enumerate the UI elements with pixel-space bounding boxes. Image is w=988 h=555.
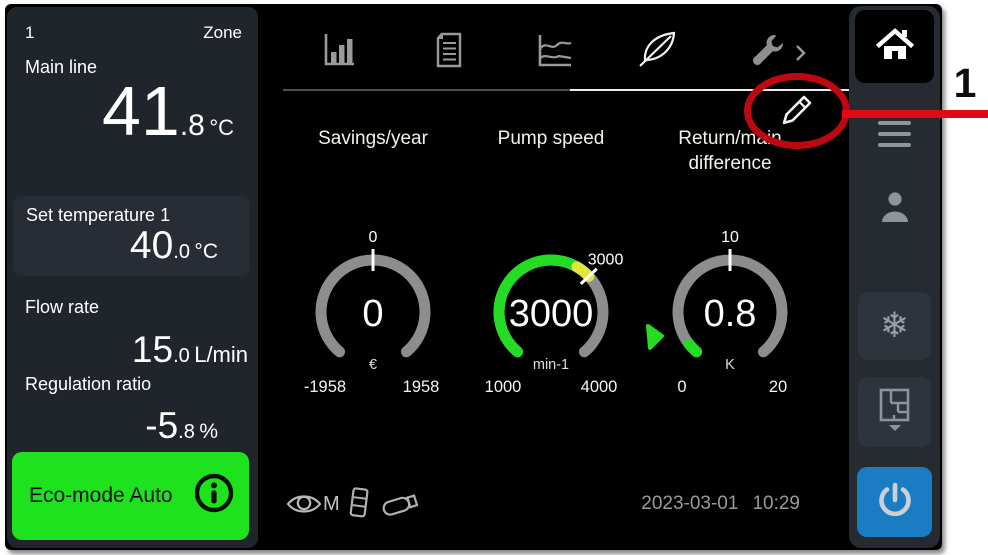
zone-header: 1 Zone (7, 7, 258, 43)
gauge-title-savings: Savings/year (288, 126, 458, 151)
eye-icon (286, 491, 322, 522)
bar-chart-icon[interactable] (322, 32, 356, 73)
set-temperature-card[interactable]: Set temperature 1 40.0 °C (13, 196, 250, 276)
svg-text:K: K (725, 357, 735, 373)
svg-text:0: 0 (677, 378, 686, 396)
svg-text:20: 20 (769, 378, 787, 396)
zone-label: Zone (203, 23, 242, 43)
date: 2023-03-01 (641, 493, 738, 515)
eco-mode-label: Eco-mode Auto (29, 484, 173, 508)
main-line-label: Main line (25, 57, 97, 78)
set-temperature-label: Set temperature 1 (26, 205, 170, 226)
power-button[interactable] (857, 467, 932, 537)
flow-int: 15 (132, 329, 173, 370)
gauge-savings: 0 0 € -1958 1958 (288, 222, 458, 402)
gauge-title-pump: Pump speed (466, 126, 636, 151)
svg-text:0: 0 (369, 229, 378, 246)
svg-text:1000: 1000 (485, 378, 522, 396)
svg-text:4000: 4000 (581, 378, 618, 396)
set-temp-int: 40 (130, 224, 173, 267)
main-line-value: 41.8 °C (102, 65, 234, 157)
power-icon (876, 481, 914, 524)
chevron-right-icon[interactable] (794, 44, 806, 67)
home-button[interactable] (855, 10, 934, 83)
reg-dec: .8 (178, 421, 195, 443)
flow-unit: L/min (194, 342, 248, 367)
info-icon[interactable] (193, 472, 235, 520)
user-icon (879, 189, 911, 230)
flow-rate-value: 15.0 L/min (132, 329, 248, 371)
tab-underline (283, 89, 573, 91)
svg-text:-1958: -1958 (304, 378, 346, 396)
menu-icon (878, 121, 911, 125)
mode-letter: M (323, 493, 340, 516)
usb-icon (379, 488, 425, 525)
datetime: 2023-03-01 10:29 (600, 493, 800, 515)
wrench-icon[interactable] (750, 34, 784, 73)
module-icon (347, 486, 373, 525)
sidebar: ❄ (849, 6, 940, 548)
callout-circle (744, 73, 850, 149)
set-temperature-value: 40.0 °C (130, 224, 218, 268)
svg-text:3000: 3000 (588, 252, 624, 269)
regulation-ratio-value: -5.8 % (145, 405, 218, 447)
svg-text:0: 0 (362, 293, 383, 335)
menu-button[interactable] (858, 112, 931, 156)
callout-line (842, 110, 988, 118)
cooling-button[interactable]: ❄ (858, 292, 931, 360)
main-line-unit: °C (209, 115, 234, 140)
report-icon[interactable] (435, 32, 463, 73)
user-button[interactable] (858, 184, 931, 234)
reg-unit: % (199, 420, 218, 443)
svg-text:0.8: 0.8 (704, 293, 757, 335)
trend-chart-icon[interactable] (537, 32, 573, 73)
svg-text:€: € (369, 357, 377, 373)
main-line-dec: .8 (180, 109, 205, 142)
zone-select-icon (879, 388, 911, 437)
flow-rate-label: Flow rate (25, 297, 99, 318)
time: 10:29 (752, 493, 800, 515)
svg-text:10: 10 (721, 229, 739, 246)
svg-text:1958: 1958 (403, 378, 440, 396)
snowflake-icon: ❄ (880, 309, 909, 344)
main-line-int: 41 (102, 72, 180, 150)
leaf-icon[interactable] (638, 30, 678, 73)
flow-dec: .0 (173, 345, 190, 367)
eco-mode-button[interactable]: Eco-mode Auto (12, 452, 249, 540)
set-temp-unit: °C (194, 240, 218, 263)
zone-select-button[interactable] (858, 377, 931, 447)
reg-int: -5 (145, 405, 178, 446)
svg-text:min-1: min-1 (533, 357, 569, 373)
gauge-pump-speed: 3000 3000 min-1 1000 4000 (466, 222, 636, 402)
zone-panel: 1 Zone Main line 41.8 °C Set temperature… (7, 7, 258, 548)
svg-text:3000: 3000 (509, 293, 594, 335)
callout-number: 1 (942, 60, 988, 107)
regulation-ratio-label: Regulation ratio (25, 374, 151, 395)
gauge-return-difference: 10 0.8 K 0 20 (645, 222, 815, 402)
home-icon (875, 27, 915, 66)
zone-number: 1 (25, 23, 34, 43)
set-temp-dec: .0 (173, 241, 190, 263)
